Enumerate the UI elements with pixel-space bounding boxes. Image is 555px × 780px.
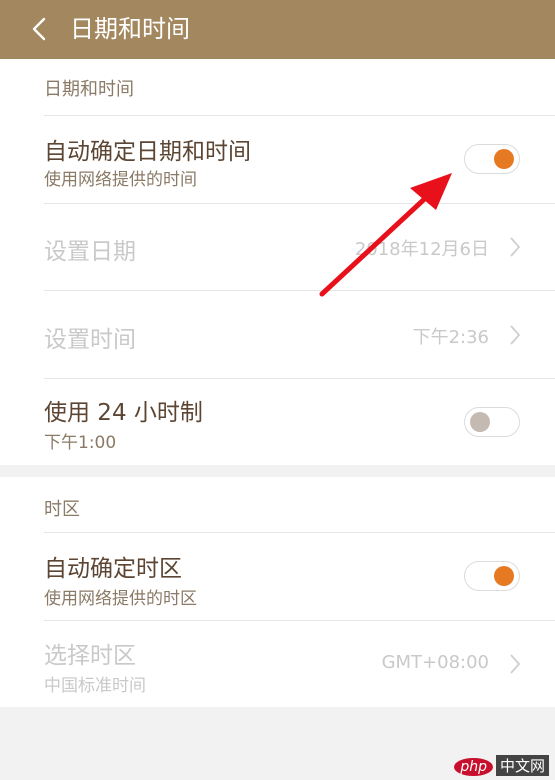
toggle-knob [494, 149, 514, 169]
timezone-section: 时区 自动确定时区 使用网络提供的时区 选择时区 中国标准时间 GMT+08:0… [0, 477, 555, 707]
page-title: 日期和时间 [70, 15, 190, 43]
toggle-knob [470, 412, 490, 432]
auto-timezone-subtitle: 使用网络提供的时区 [44, 589, 197, 609]
watermark-badge: php [454, 758, 493, 776]
set-time-value: 下午2:36 [412, 327, 489, 348]
watermark-text: 中文网 [495, 755, 549, 776]
use-24h-title: 使用 24 小时制 [44, 400, 203, 426]
select-timezone-row[interactable]: 选择时区 中国标准时间 GMT+08:00 [44, 620, 555, 707]
use-24h-toggle[interactable] [464, 407, 520, 437]
toggle-knob [494, 566, 514, 586]
use-24h-row[interactable]: 使用 24 小时制 下午1:00 [44, 379, 555, 465]
set-date-row[interactable]: 设置日期 2018年12月6日 [44, 203, 555, 291]
watermark: php 中文网 [454, 755, 549, 776]
auto-datetime-row[interactable]: 自动确定日期和时间 使用网络提供的时间 [44, 115, 555, 204]
auto-datetime-title: 自动确定日期和时间 [44, 139, 251, 165]
set-date-value: 2018年12月6日 [354, 239, 489, 260]
use-24h-subtitle: 下午1:00 [44, 433, 117, 453]
auto-timezone-row[interactable]: 自动确定时区 使用网络提供的时区 [44, 532, 555, 621]
auto-timezone-toggle[interactable] [464, 561, 520, 591]
chevron-right-icon [510, 325, 521, 345]
select-timezone-title: 选择时区 [44, 643, 136, 669]
auto-datetime-subtitle: 使用网络提供的时间 [44, 170, 197, 190]
section-header-datetime: 日期和时间 [44, 79, 134, 100]
select-timezone-subtitle: 中国标准时间 [44, 676, 146, 696]
set-date-title: 设置日期 [44, 239, 136, 265]
set-time-title: 设置时间 [44, 327, 136, 353]
auto-timezone-title: 自动确定时区 [44, 556, 182, 582]
section-header-timezone: 时区 [44, 499, 80, 520]
datetime-section: 日期和时间 自动确定日期和时间 使用网络提供的时间 设置日期 2018年12月6… [0, 59, 555, 465]
auto-datetime-toggle[interactable] [464, 144, 520, 174]
chevron-right-icon [510, 237, 521, 257]
set-time-row[interactable]: 设置时间 下午2:36 [44, 291, 555, 379]
app-header: 日期和时间 [0, 0, 555, 59]
chevron-right-icon [510, 654, 521, 674]
back-arrow-icon[interactable] [28, 16, 52, 42]
select-timezone-value: GMT+08:00 [381, 652, 489, 673]
